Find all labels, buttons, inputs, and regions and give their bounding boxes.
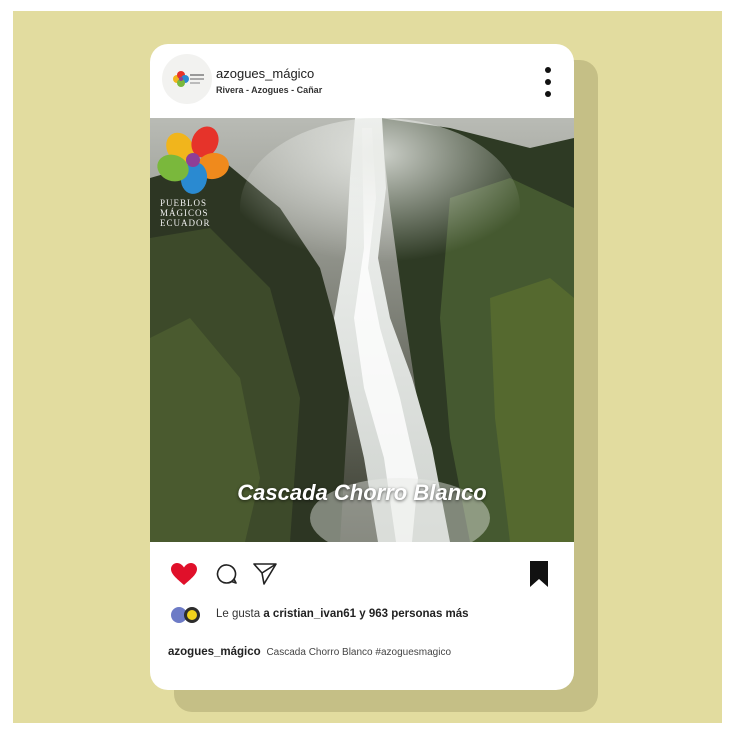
post-location[interactable]: Rivera - Azogues - Cañar [216,85,322,95]
heart-icon[interactable] [170,562,198,591]
pueblos-magicos-avatar-logo [173,71,204,87]
caption-text: Cascada Chorro Blanco #azoguesmagico [266,647,452,658]
liked-by-prefix: Le gusta [216,608,261,620]
post-action-bar [150,542,574,612]
post-header: azogues_mágico Rivera - Azogues - Cañar [150,44,574,118]
post-caption: azogues_mágico Cascada Chorro Blanco #az… [168,646,568,658]
profile-avatar[interactable] [162,54,212,104]
logo-text-line-3: ECUADOR [160,218,211,228]
logo-text-line-1: PUEBLOS [160,198,208,208]
liker-avatars[interactable] [170,606,206,624]
logo-text-line-2: MÁGICOS [160,208,209,218]
post-photo[interactable]: PUEBLOS MÁGICOS ECUADOR Cascada Chorro B… [150,118,574,542]
more-vertical-icon[interactable] [542,66,554,98]
waterfall-image [150,118,574,542]
bookmark-icon[interactable] [528,560,550,593]
instagram-post-card: azogues_mágico Rivera - Azogues - Cañar [150,44,574,690]
photo-title: Cascada Chorro Blanco [237,480,487,505]
post-username[interactable]: azogues_mágico [216,66,314,81]
liked-by-others[interactable]: y 963 personas más [359,608,468,620]
liked-by-user[interactable]: a cristian_ivan61 [263,608,356,620]
likes-text: Le gusta a cristian_ivan61 y 963 persona… [216,608,469,620]
caption-username[interactable]: azogues_mágico [168,646,261,658]
comment-icon[interactable] [216,563,238,590]
likes-row: Le gusta a cristian_ivan61 y 963 persona… [150,604,574,628]
send-icon[interactable] [252,562,278,591]
